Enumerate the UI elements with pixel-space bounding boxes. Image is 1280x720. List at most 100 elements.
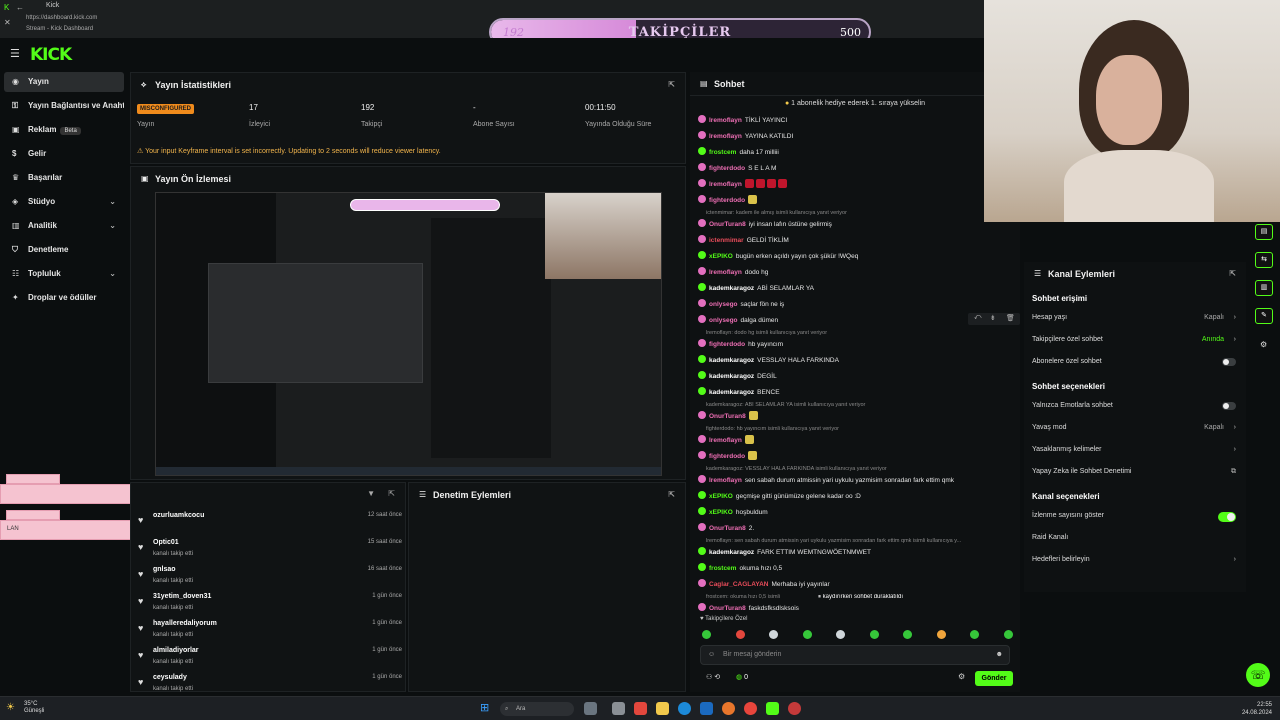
chat-username[interactable]: kademkaragoz: [709, 389, 754, 396]
channel-setting-row[interactable]: Raid Kanalı: [1032, 534, 1238, 548]
help-chat-icon[interactable]: ☏: [1246, 663, 1270, 687]
chat-input[interactable]: ☺ Bir mesaj gönderin ☻: [700, 645, 1010, 665]
chat-username[interactable]: OnurTuran8: [709, 605, 746, 612]
external-link-icon[interactable]: ⧉: [1231, 468, 1236, 476]
chat-message[interactable]: xEPIKO geçmişe gitti günümüze gelene kada…: [698, 491, 1018, 503]
chat-message[interactable]: frostcem daha 17 milliii: [698, 147, 1018, 159]
emote-icon[interactable]: [735, 630, 745, 639]
rail-settings-icon[interactable]: ⚙: [1260, 340, 1267, 349]
firefox-icon[interactable]: [722, 702, 735, 715]
chat-username[interactable]: fighterdodo: [709, 197, 745, 204]
stream-preview-video[interactable]: [155, 192, 662, 476]
rail-wrench-icon[interactable]: ✎: [1255, 308, 1273, 324]
chevron-down-icon[interactable]: ⌄: [109, 192, 116, 212]
chat-username[interactable]: lremoflayn: [709, 477, 742, 484]
activity-username[interactable]: Optic01: [153, 539, 179, 546]
close-icon[interactable]: ✕: [4, 18, 11, 27]
chat-username[interactable]: frostcem: [709, 565, 736, 572]
chat-message[interactable]: lremoflayn: [698, 179, 1018, 191]
chat-username[interactable]: lremoflayn: [709, 117, 742, 124]
pinned-banner[interactable]: ● 1 abonelik hediye ederek 1. sıraya yük…: [690, 100, 1020, 107]
channel-setting-row[interactable]: Yapay Zeka ile Sohbet Denetimi ⧉: [1032, 468, 1238, 482]
sidebar-item[interactable]: $ Gelir: [4, 144, 124, 164]
channel-setting-row[interactable]: Hedefleri belirleyin ›: [1032, 556, 1238, 570]
chat-settings-left[interactable]: ⚇ ⟲: [706, 673, 720, 681]
chat-username[interactable]: lremoflayn: [709, 133, 742, 140]
emote-icon[interactable]: [769, 630, 778, 639]
address-bar[interactable]: https://dashboard.kick.com: [26, 15, 97, 21]
emote-icon[interactable]: [903, 630, 912, 639]
chat-message[interactable]: OnurTuran8 2.: [698, 523, 1018, 535]
store-icon[interactable]: [700, 702, 713, 715]
chat-message[interactable]: fighterdodo S E L A M: [698, 163, 1018, 175]
activity-username[interactable]: 31yetim_doven31: [153, 593, 211, 600]
gear-icon[interactable]: ⚙: [958, 672, 965, 681]
sidebar-item[interactable]: ▣ Reklam Beta: [4, 120, 124, 140]
sidebar-item[interactable]: ⛉ Denetleme: [4, 240, 124, 260]
chat-username[interactable]: OnurTuran8: [709, 221, 746, 228]
chat-message[interactable]: Caglar_CAGLAYAN Merhaba iyi yayınlar: [698, 579, 1018, 591]
chat-username[interactable]: lremoflayn: [709, 181, 742, 188]
chat-message[interactable]: lremoflayn: [698, 435, 1018, 447]
windows-start-icon[interactable]: ⊞: [480, 701, 489, 714]
chat-username[interactable]: OnurTuran8: [709, 525, 746, 532]
activity-username[interactable]: almiladiyorlar: [153, 647, 199, 654]
chat-username[interactable]: xEPIKO: [709, 509, 733, 516]
sidebar-item[interactable]: ☷ Topluluk ⌄: [4, 264, 124, 284]
chat-message[interactable]: xEPIKO bugün erken açıldı yayın çok şükür…: [698, 251, 1018, 263]
chat-message[interactable]: fighterdodo hb yayıncım: [698, 339, 1018, 351]
chat-username[interactable]: kademkaragoz: [709, 357, 754, 364]
chat-message[interactable]: OnurTuran8 faskdsfksdlsksois: [698, 603, 1018, 615]
chat-message[interactable]: kademkaragoz BENCE: [698, 387, 1018, 399]
chat-message[interactable]: OnurTuran8 iyi insan lafın üstüne gelirmi…: [698, 219, 1018, 231]
chat-message[interactable]: fighterdodo: [698, 451, 1018, 463]
send-button[interactable]: Gönder: [975, 671, 1013, 686]
taskview-icon[interactable]: [612, 702, 625, 715]
chat-message[interactable]: xEPIKO hoşbuldum: [698, 507, 1018, 519]
chat-username[interactable]: kademkaragoz: [709, 549, 754, 556]
chat-username[interactable]: frostcem: [709, 149, 736, 156]
sidebar-item[interactable]: ⚿ Yayın Bağlantısı ve Anahtarı: [4, 96, 124, 116]
chat-username[interactable]: fighterdodo: [709, 453, 745, 460]
chat-message[interactable]: lremoflayn sen sabah durum atmissin yari …: [698, 475, 1018, 487]
chat-username[interactable]: fighterdodo: [709, 341, 745, 348]
expand-icon[interactable]: ⇱: [388, 489, 395, 498]
chat-username[interactable]: kademkaragoz: [709, 285, 754, 292]
chat-username[interactable]: lremoflayn: [709, 269, 742, 276]
filter-icon[interactable]: ▼: [367, 489, 375, 498]
back-icon[interactable]: ←: [16, 3, 24, 12]
kick-app-icon[interactable]: [766, 702, 779, 715]
sidebar-item[interactable]: ✦ Droplar ve ödüller: [4, 288, 124, 308]
chat-message[interactable]: kademkaragoz VESSLAY HALA FARKINDA: [698, 355, 1018, 367]
channel-setting-row[interactable]: Takipçilere özel sohbet Anında ›: [1032, 336, 1238, 350]
sidebar-item[interactable]: ◈ Stüdyo ⌄: [4, 192, 124, 212]
chrome-icon[interactable]: [744, 702, 757, 715]
chat-message[interactable]: lremoflayn YAYINA KATILDI: [698, 131, 1018, 143]
emote-icon[interactable]: [836, 630, 845, 639]
expand-icon[interactable]: ⇱: [668, 483, 675, 507]
emote-icon[interactable]: [802, 630, 812, 639]
activity-username[interactable]: hayalleredaliyorum: [153, 620, 217, 627]
toggle-switch[interactable]: [1222, 402, 1236, 410]
toggle-switch[interactable]: [1222, 358, 1236, 366]
channel-setting-row[interactable]: Yasaklanmış kelimeler ›: [1032, 446, 1238, 460]
chat-username[interactable]: OnurTuran8: [709, 413, 746, 420]
chat-message[interactable]: fighterdodo: [698, 195, 1018, 207]
rail-panel-icon[interactable]: ▥: [1255, 280, 1273, 296]
chat-message[interactable]: frostcem okuma hızı 0,5: [698, 563, 1018, 575]
activity-username[interactable]: ceysulady: [153, 674, 187, 681]
chevron-right-icon[interactable]: ›: [1234, 424, 1236, 431]
obs-icon[interactable]: [788, 702, 801, 715]
channel-setting-row[interactable]: Abonelere özel sohbet: [1032, 358, 1238, 372]
chevron-down-icon[interactable]: ⌄: [109, 264, 116, 284]
emoji-icon[interactable]: ☻: [996, 646, 1003, 664]
rail-chat-icon[interactable]: ▤: [1255, 224, 1273, 240]
chat-username[interactable]: kademkaragoz: [709, 373, 754, 380]
emote-icon[interactable]: [1003, 630, 1013, 639]
file-explorer-icon[interactable]: [656, 702, 669, 715]
menu-icon[interactable]: ☰: [10, 47, 20, 60]
edge-icon[interactable]: [678, 702, 691, 715]
chat-username[interactable]: onlysego: [709, 317, 738, 324]
taskbar-search[interactable]: ⌕ Ara: [500, 702, 574, 716]
expand-icon[interactable]: ⇱: [668, 73, 675, 97]
